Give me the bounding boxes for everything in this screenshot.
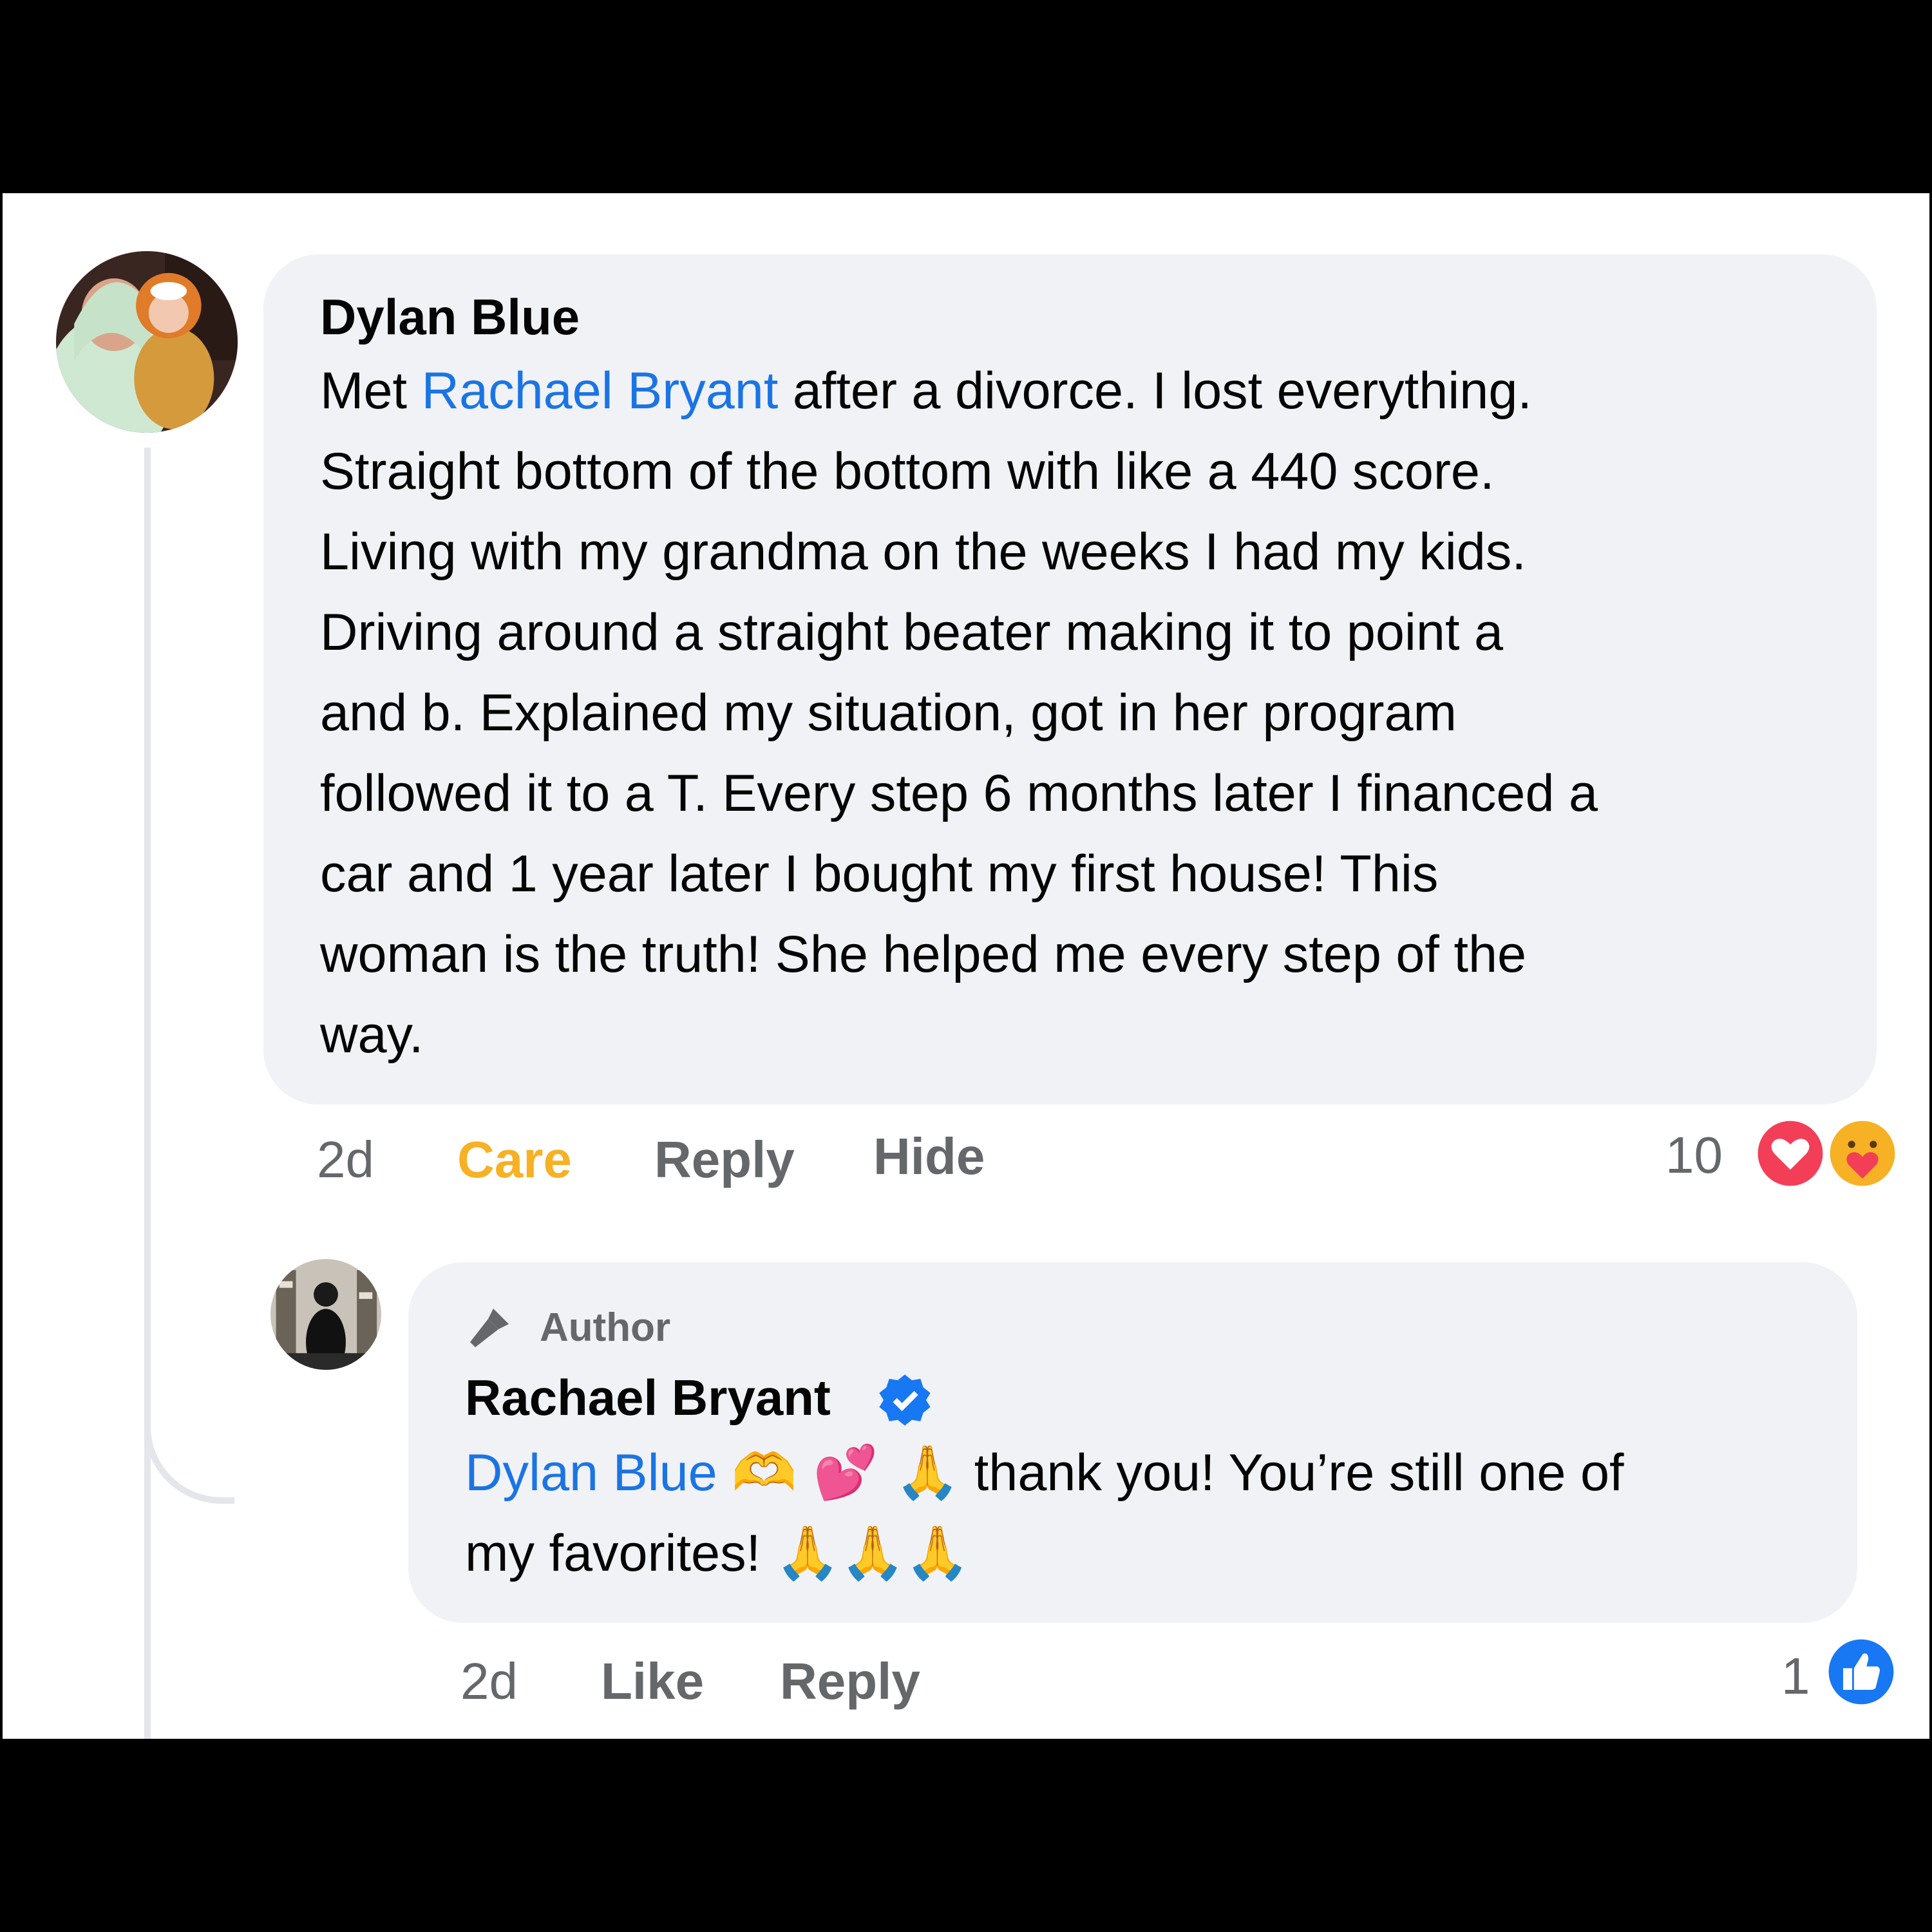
comment-line: car and 1 year later I bought my first h… [320, 845, 1439, 903]
reply-button[interactable]: Reply [654, 1130, 795, 1189]
care-reaction-icon [1826, 1117, 1899, 1189]
comment-line: woman is the truth! She helped me every … [320, 925, 1527, 983]
author-badge-label: Author [540, 1305, 671, 1350]
comment-thread-panel: Dylan Blue Met Rachael Bryant after a di… [3, 193, 1929, 1739]
profile-photo-dylan [56, 251, 238, 433]
reply-line-1: Dylan Blue 🫶 💕 🙏 thank you! You’re still… [465, 1433, 1850, 1513]
avatar-dylan-blue[interactable] [56, 251, 238, 433]
comment-line: and b. Explained my situation, got in he… [320, 684, 1457, 742]
reply-emoji-heart-hands: 🫶 💕 🙏 [732, 1443, 960, 1503]
comment-text-suffix: after a divorce. I lost everything. [778, 362, 1532, 420]
reply-text-line1: thank you! You’re still one of [960, 1444, 1624, 1502]
reply-text: Dylan Blue 🫶 💕 🙏 thank you! You’re still… [465, 1433, 1850, 1594]
love-reaction-icon [1754, 1117, 1826, 1189]
reply-author-name[interactable]: Rachael Bryant [465, 1368, 831, 1427]
hide-button[interactable]: Hide [873, 1127, 985, 1186]
comment-line-1: Met Rachael Bryant after a divorce. I lo… [320, 351, 1866, 431]
comment-text-prefix: Met [320, 362, 422, 420]
reply-text-line2: my favorites! [465, 1524, 775, 1582]
reply-emoji-praying-hands: 🙏🙏🙏 [775, 1523, 971, 1584]
care-reaction-button[interactable]: Care [457, 1130, 572, 1189]
mention-rachael-bryant[interactable]: Rachael Bryant [422, 362, 779, 420]
comment-line: Living with my grandma on the weeks I ha… [320, 523, 1526, 581]
comment-author-name[interactable]: Dylan Blue [320, 288, 580, 346]
comment-line: followed it to a T. Every step 6 months … [320, 764, 1598, 822]
like-reaction-icon [1825, 1636, 1897, 1708]
comment-bubble-dylan: Dylan Blue Met Rachael Bryant after a di… [263, 254, 1877, 1104]
comment-text: Met Rachael Bryant after a divorce. I lo… [320, 351, 1866, 1075]
reply-line-2: my favorites! 🙏🙏🙏 [465, 1513, 1850, 1594]
reply-bubble-rachael: Author Rachael Bryant Dylan Blue 🫶 💕 🙏 t… [408, 1262, 1857, 1623]
comment-line: Straight bottom of the bottom with like … [320, 442, 1495, 500]
reaction-count[interactable]: 10 [1665, 1126, 1723, 1185]
thread-connector-line [144, 448, 151, 1739]
profile-photo-rachael [270, 1259, 381, 1370]
reply-reaction-count[interactable]: 1 [1781, 1647, 1810, 1706]
thread-connector-curve [144, 1391, 234, 1504]
reply-reply-button[interactable]: Reply [780, 1652, 920, 1711]
microphone-icon [470, 1309, 509, 1347]
comment-line: way. [320, 1006, 424, 1064]
verified-badge-icon [879, 1374, 931, 1426]
comment-timestamp[interactable]: 2d [317, 1130, 374, 1189]
like-button[interactable]: Like [601, 1652, 704, 1711]
mention-dylan-blue[interactable]: Dylan Blue [465, 1444, 717, 1502]
avatar-rachael-bryant[interactable] [270, 1259, 381, 1370]
reply-timestamp[interactable]: 2d [460, 1652, 518, 1711]
comment-line: Driving around a straight beater making … [320, 603, 1504, 661]
